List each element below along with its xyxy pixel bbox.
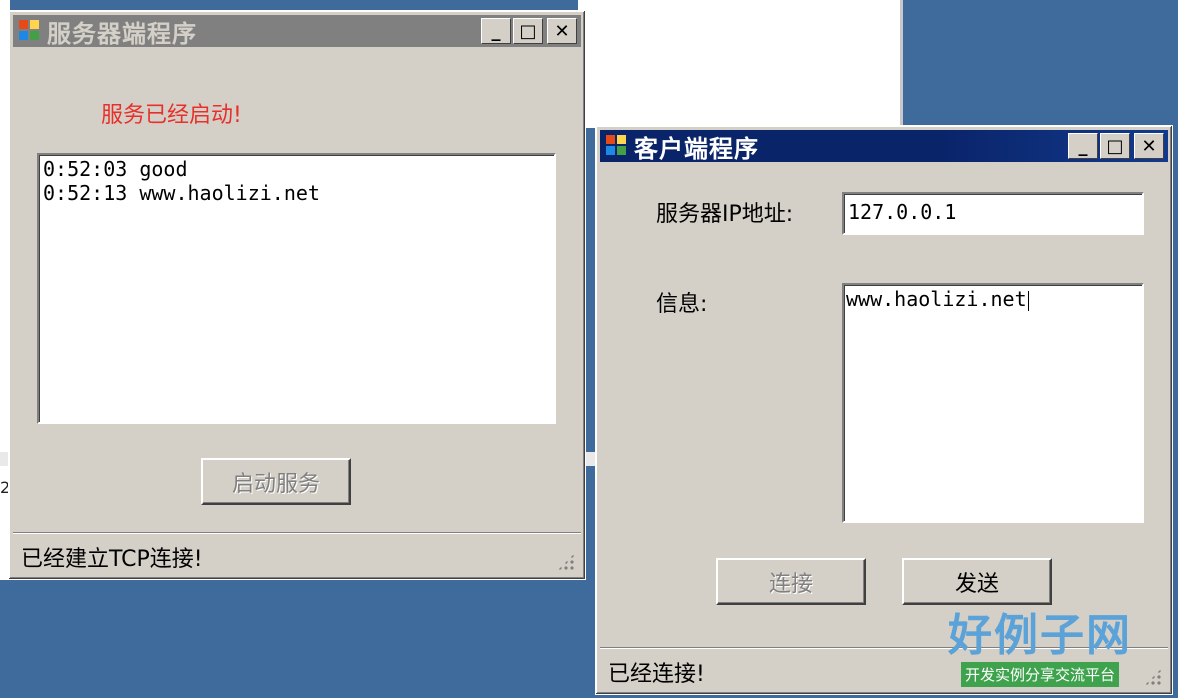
server-window-title: 服务器端程序 — [47, 19, 197, 48]
server-status-label: 服务已经启动! — [101, 103, 242, 128]
server-statusbar: 已经建立TCP连接! — [13, 532, 581, 577]
close-button[interactable]: ✕ — [1134, 133, 1164, 159]
server-log-textbox[interactable]: 0:52:03 good 0:52:13 www.haolizi.net — [37, 153, 556, 424]
message-textbox[interactable]: www.haolizi.net — [842, 283, 1144, 523]
watermark: 好例子网 开发实例分享交流平台 — [940, 612, 1140, 687]
text-caret — [1027, 290, 1029, 311]
minimize-icon: _ — [491, 20, 501, 42]
watermark-subtitle: 开发实例分享交流平台 — [960, 662, 1119, 687]
server-ip-input[interactable]: 127.0.0.1 — [842, 192, 1144, 235]
server-ip-value: 127.0.0.1 — [848, 200, 957, 224]
client-window-title: 客户端程序 — [634, 134, 759, 163]
log-line: 0:52:03 good — [43, 157, 188, 181]
resize-grip-icon[interactable] — [557, 553, 575, 571]
start-service-button[interactable]: 启动服务 — [201, 458, 351, 505]
close-icon: ✕ — [554, 20, 570, 42]
minimize-icon: _ — [1078, 135, 1088, 157]
connect-button[interactable]: 连接 — [716, 558, 866, 605]
client-titlebar[interactable]: 客户端程序 _ □ ✕ — [600, 130, 1168, 163]
app-icon — [606, 135, 628, 157]
client-status-text: 已经连接! — [608, 662, 705, 687]
close-icon: ✕ — [1141, 135, 1157, 157]
server-titlebar[interactable]: 服务器端程序 _ □ ✕ — [13, 15, 581, 48]
server-ip-label: 服务器IP地址: — [656, 202, 794, 227]
message-label: 信息: — [656, 292, 708, 317]
close-button[interactable]: ✕ — [547, 18, 577, 44]
watermark-title: 好例子网 — [948, 610, 1132, 661]
resize-grip-icon[interactable] — [1144, 668, 1162, 686]
background-window — [578, 0, 903, 128]
maximize-icon: □ — [519, 20, 537, 42]
maximize-icon: □ — [1106, 135, 1124, 157]
message-value: www.haolizi.net — [846, 287, 1027, 311]
log-line: 0:52:13 www.haolizi.net — [43, 181, 320, 205]
minimize-button[interactable]: _ — [1068, 133, 1098, 159]
app-icon — [19, 20, 41, 42]
maximize-button[interactable]: □ — [513, 18, 543, 44]
minimize-button[interactable]: _ — [481, 18, 511, 44]
send-button[interactable]: 发送 — [902, 558, 1052, 605]
server-window: 服务器端程序 _ □ ✕ 服务已经启动! 0:52:03 good 0:52:1… — [8, 10, 586, 580]
maximize-button[interactable]: □ — [1100, 133, 1130, 159]
server-status-text: 已经建立TCP连接! — [21, 547, 203, 572]
